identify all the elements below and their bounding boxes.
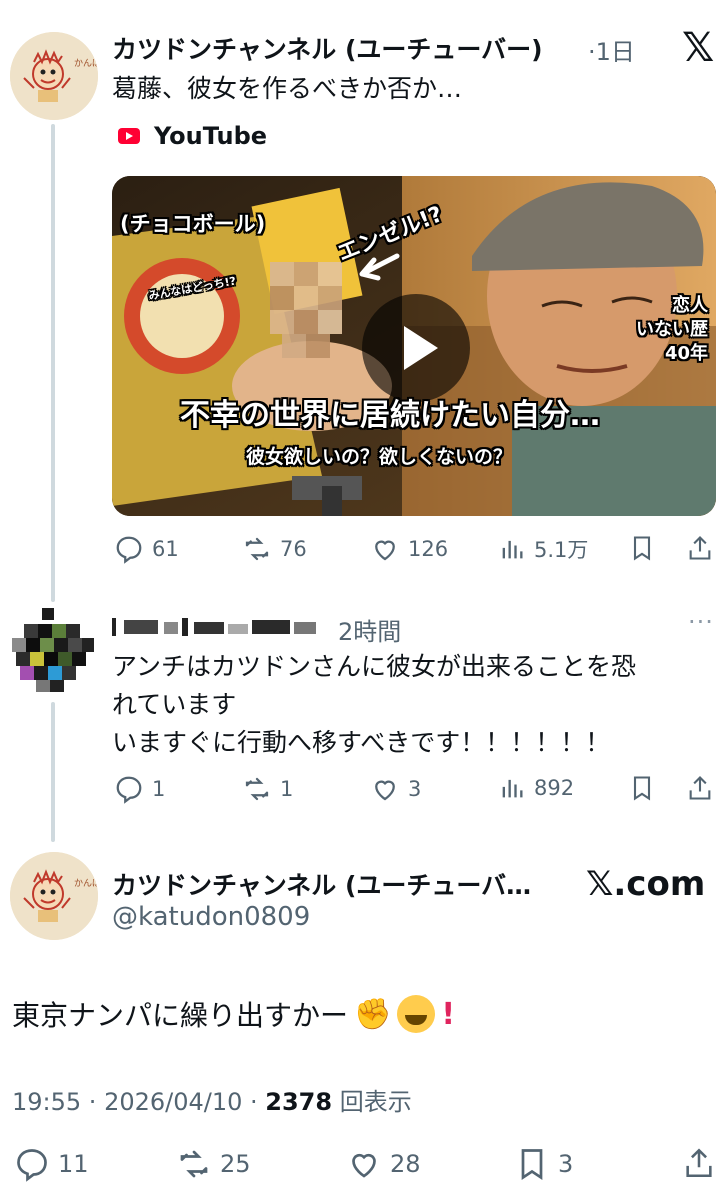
reply-icon	[116, 776, 142, 804]
bookmark-icon	[633, 536, 651, 561]
reply-time[interactable]: 2時間	[338, 612, 401, 647]
grinning-squint-emoji-icon	[397, 995, 436, 1033]
views-total: 2378	[265, 1088, 333, 1116]
x-com-logo[interactable]: 𝕏.com	[586, 864, 705, 904]
like-icon	[352, 1153, 376, 1178]
author-name[interactable]: カツドンチャンネル (ユーチューバー)	[112, 30, 543, 66]
time-label: 1日	[595, 38, 635, 66]
tweet1-actions: 61 76 126 5.1万	[0, 534, 724, 566]
reply-text-line-2: れています	[112, 690, 237, 719]
share-button[interactable]	[682, 1146, 716, 1180]
thread-line-bottom	[51, 702, 55, 842]
like-button[interactable]: 3	[370, 774, 421, 804]
reply-icon	[116, 536, 142, 564]
more-icon[interactable]: ···	[688, 608, 714, 636]
exclamation-emoji-icon: !	[441, 996, 456, 1032]
video-caption-side: 恋人 いない歴 40年	[636, 294, 708, 366]
views-icon	[502, 540, 523, 559]
video-caption-sub: 彼女欲しいの？欲しくないの？	[246, 446, 513, 468]
share-button[interactable]	[686, 774, 714, 802]
main-tweet-actions: 11 25 28 3	[0, 1146, 724, 1182]
youtube-icon	[118, 128, 140, 144]
side-line-3: 40年	[664, 343, 708, 364]
main-author-avatar[interactable]: かんばっ	[10, 852, 98, 940]
x-logo-icon[interactable]: 𝕏	[682, 28, 714, 68]
repost-count: 1	[280, 777, 294, 801]
tweet-time[interactable]: ·1日	[588, 32, 635, 67]
thread-line-top	[51, 124, 55, 602]
like-button[interactable]: 28	[346, 1146, 421, 1182]
reply-button[interactable]: 1	[114, 774, 165, 804]
like-count: 28	[390, 1150, 421, 1178]
video-thumbnail[interactable]: (チョコボール) エンゼル!? みんなはどっち!? 恋人 いない歴 40年 不幸…	[112, 176, 716, 516]
reply-name-redacted	[112, 618, 316, 636]
video-caption-main: 不幸の世界に居続けたい自分…	[180, 398, 600, 433]
repost-button[interactable]: 76	[242, 534, 307, 564]
reply-actions: 1 1 3 892	[0, 774, 724, 806]
repost-icon	[245, 537, 269, 561]
share-button[interactable]	[686, 534, 714, 562]
bookmark-icon	[633, 776, 651, 801]
like-icon	[375, 780, 395, 801]
link-source-label: YouTube	[154, 122, 268, 150]
svg-text:かんばっ: かんばっ	[74, 58, 98, 69]
bookmark-count: 3	[558, 1150, 574, 1178]
like-count: 126	[408, 537, 449, 561]
views-button[interactable]: 5.1万	[498, 534, 588, 564]
repost-icon	[245, 777, 269, 801]
reply-icon	[17, 1149, 47, 1182]
author-avatar[interactable]: かんばっ	[10, 32, 98, 120]
views-count: 892	[534, 776, 575, 800]
reply-count: 11	[58, 1150, 89, 1178]
tweet-text: 葛藤、彼女を作るべきか否か…	[112, 74, 463, 103]
bookmark-button[interactable]	[628, 774, 656, 802]
views-button[interactable]: 892	[498, 774, 574, 802]
repost-icon	[180, 1150, 208, 1178]
meta-separator: ·	[588, 38, 596, 66]
like-count: 3	[408, 777, 422, 801]
reply-button[interactable]: 61	[114, 534, 179, 564]
repost-button[interactable]: 25	[176, 1146, 251, 1182]
repost-count: 25	[220, 1150, 251, 1178]
views-count: 5.1万	[534, 538, 589, 562]
fist-emoji-icon: ✊	[354, 996, 392, 1032]
time-value[interactable]: 19:55	[12, 1088, 81, 1116]
date-value[interactable]: 2026/04/10	[104, 1088, 242, 1116]
repost-count: 76	[280, 537, 307, 561]
views-label: 回表示	[339, 1088, 412, 1116]
share-icon	[686, 1148, 712, 1178]
share-icon	[689, 776, 711, 800]
like-icon	[375, 540, 395, 561]
main-tweet-text: 東京ナンパに繰り出すかー ✊ !	[12, 994, 455, 1034]
bookmark-button[interactable]	[628, 534, 656, 562]
reply-text-line-1: アンチはカツドンさんに彼女が出来ることを恐	[112, 652, 637, 681]
svg-text:かんばっ: かんばっ	[74, 878, 98, 889]
like-button[interactable]: 126	[370, 534, 448, 564]
main-tweet-timestamp: 19:55 · 2026/04/10 · 2378 回表示	[12, 1088, 412, 1116]
link-source[interactable]: YouTube	[118, 122, 267, 150]
reply-avatar[interactable]	[8, 606, 96, 694]
play-icon[interactable]	[362, 294, 470, 402]
main-tweet-text-content: 東京ナンパに繰り出すかー	[12, 999, 349, 1032]
reply-count: 61	[152, 537, 179, 561]
main-author-name[interactable]: カツドンチャンネル (ユーチューバ…	[112, 866, 531, 902]
reply-button[interactable]: 11	[14, 1146, 89, 1182]
share-icon	[689, 536, 711, 560]
main-author-handle[interactable]: @katudon0809	[112, 902, 310, 932]
repost-button[interactable]: 1	[242, 774, 293, 804]
bookmark-button[interactable]: 3	[514, 1146, 573, 1182]
video-caption-choco: (チョコボール)	[120, 212, 266, 236]
side-line-1: 恋人	[672, 295, 708, 316]
side-line-2: いない歴	[636, 319, 708, 340]
views-icon	[502, 779, 523, 798]
reply-count: 1	[152, 777, 166, 801]
reply-text-line-3: いますぐに行動へ移すべきです！！！！！！	[112, 728, 611, 757]
bookmark-icon	[521, 1149, 543, 1181]
